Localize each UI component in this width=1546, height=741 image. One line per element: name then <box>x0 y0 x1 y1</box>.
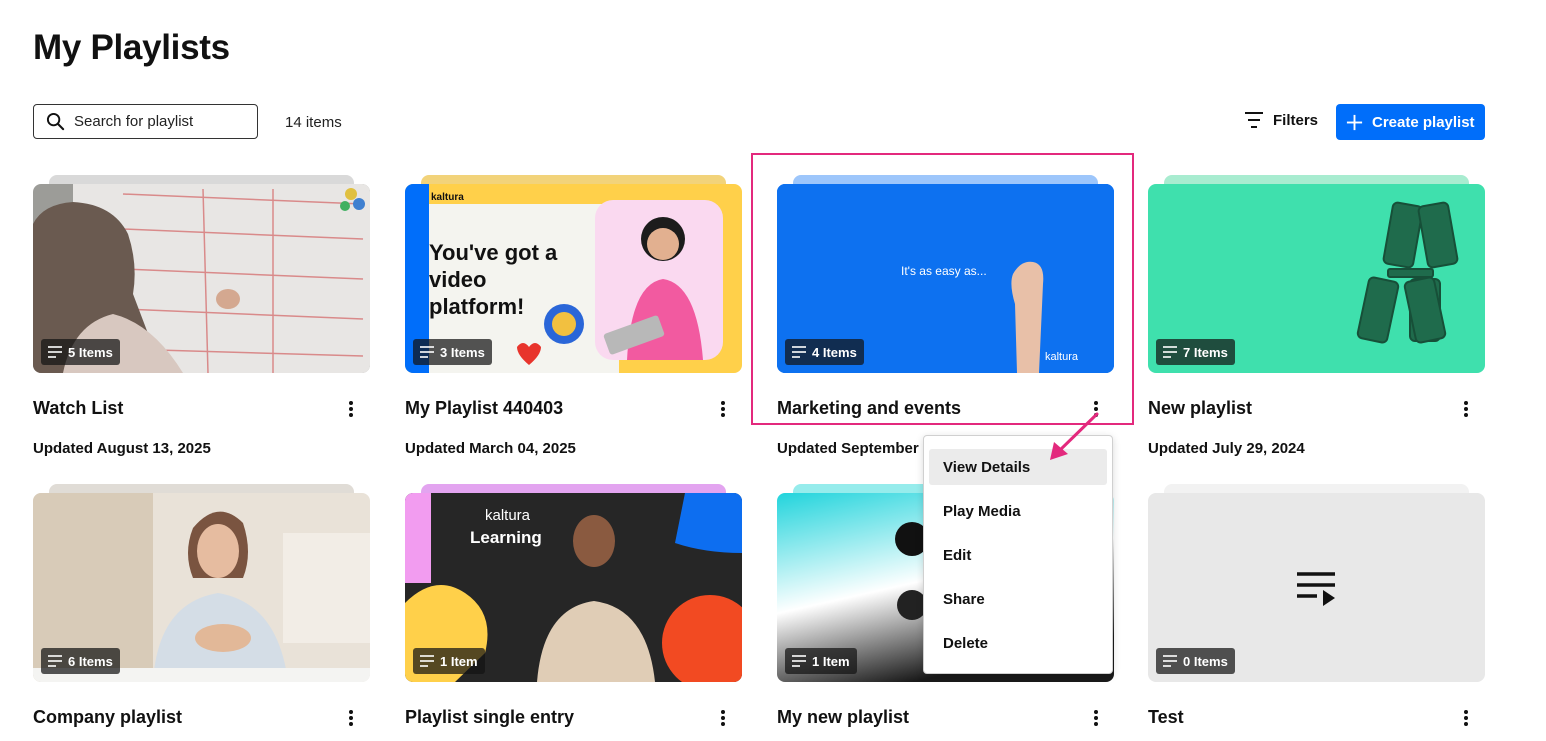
create-playlist-button[interactable]: Create playlist <box>1336 104 1485 140</box>
card-title[interactable]: My Playlist 440403 <box>405 398 563 419</box>
thumb-headline: You've got a video platform! <box>429 240 558 319</box>
more-options-icon[interactable] <box>1089 707 1103 729</box>
card-date: Updated August 13, 2025 <box>33 440 211 457</box>
card-title[interactable]: Test <box>1148 707 1184 728</box>
playlist-icon <box>420 346 434 358</box>
page-title: My Playlists <box>33 28 230 67</box>
filters-label: Filters <box>1273 111 1319 129</box>
items-count: 14 items <box>285 114 342 131</box>
card-date: Updated July 29, 2024 <box>1148 440 1305 457</box>
filters-button[interactable]: Filters <box>1244 111 1318 129</box>
item-count-badge: 1 Item <box>785 648 857 674</box>
annotation-arrow-icon <box>1050 412 1099 460</box>
playlist-icon <box>1163 655 1177 667</box>
playlist-icon <box>792 655 806 667</box>
badge-label: 0 Items <box>1183 653 1228 669</box>
plus-icon <box>1346 114 1363 130</box>
badge-label: 1 Item <box>440 653 478 669</box>
thumb-headline: Learning <box>470 528 542 547</box>
playlist-icon <box>420 655 434 667</box>
card-title[interactable]: Watch List <box>33 398 123 419</box>
badge-label: 1 Item <box>812 653 850 669</box>
search-placeholder: Search for playlist <box>74 113 194 130</box>
item-count-badge: 5 Items <box>41 339 120 365</box>
item-count-badge: 0 Items <box>1156 648 1235 674</box>
playlist-placeholder-icon <box>1297 572 1335 606</box>
item-count-badge: 7 Items <box>1156 339 1235 365</box>
more-options-icon[interactable] <box>716 398 730 420</box>
playlist-icon <box>1163 346 1177 358</box>
more-options-icon[interactable] <box>1459 398 1473 420</box>
badge-label: 7 Items <box>1183 344 1228 360</box>
kaltura-logo-text: kaltura <box>431 192 464 203</box>
menu-item-share[interactable]: Share <box>929 581 1107 617</box>
search-icon <box>46 112 65 131</box>
card-date: Updated March 04, 2025 <box>405 440 576 457</box>
more-options-icon[interactable] <box>716 707 730 729</box>
playlist-icon <box>48 655 62 667</box>
card-title[interactable]: New playlist <box>1148 398 1252 419</box>
more-options-icon[interactable] <box>344 398 358 420</box>
item-count-badge: 6 Items <box>41 648 120 674</box>
annotation-highlight <box>751 153 1134 425</box>
item-count-badge: 3 Items <box>413 339 492 365</box>
item-count-badge: 1 Item <box>413 648 485 674</box>
playlist-icon <box>48 346 62 358</box>
card-title[interactable]: Company playlist <box>33 707 182 728</box>
filter-icon <box>1245 112 1263 128</box>
kaltura-logo-text: kaltura <box>485 507 531 524</box>
more-options-icon[interactable] <box>1459 707 1473 729</box>
menu-item-play-media[interactable]: Play Media <box>929 493 1107 529</box>
search-input[interactable]: Search for playlist <box>33 104 258 139</box>
more-options-icon[interactable] <box>344 707 358 729</box>
menu-item-edit[interactable]: Edit <box>929 537 1107 573</box>
menu-item-delete[interactable]: Delete <box>929 625 1107 661</box>
badge-label: 3 Items <box>440 344 485 360</box>
badge-label: 6 Items <box>68 653 113 669</box>
card-title[interactable]: Playlist single entry <box>405 707 574 728</box>
badge-label: 5 Items <box>68 344 113 360</box>
card-title[interactable]: My new playlist <box>777 707 909 728</box>
context-menu: View Details Play Media Edit Share Delet… <box>923 435 1113 674</box>
create-playlist-label: Create playlist <box>1372 113 1475 131</box>
card-date: Updated September <box>777 440 919 457</box>
